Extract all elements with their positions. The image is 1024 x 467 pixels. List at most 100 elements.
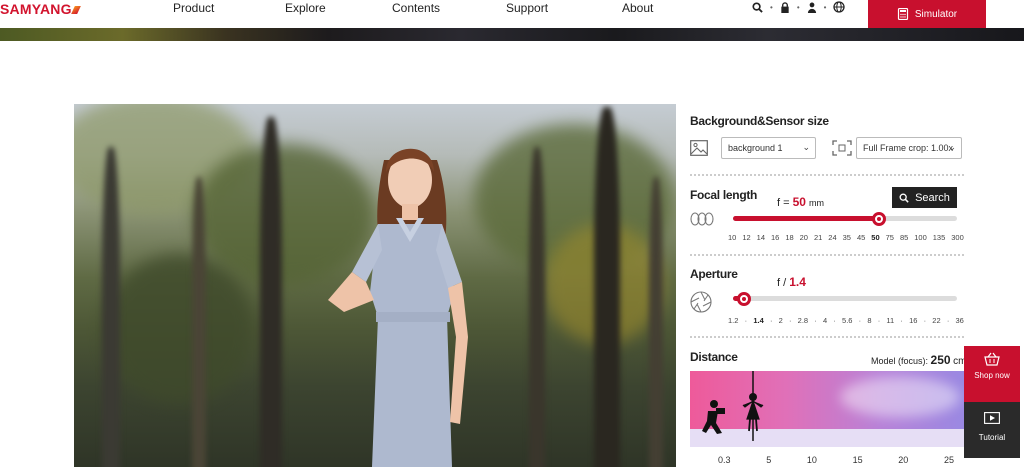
focal-length-tick[interactable]: 16: [771, 233, 779, 242]
globe-icon[interactable]: [833, 1, 846, 13]
search-icon[interactable]: [752, 1, 763, 13]
sensor-size-select[interactable]: Full Frame crop: 1.00x ⌄: [856, 137, 962, 159]
separator-dot: •: [823, 2, 827, 12]
aperture-tick[interactable]: 36: [956, 316, 964, 325]
search-icon: [899, 193, 909, 203]
aperture-slider-handle[interactable]: [737, 292, 752, 306]
header-icons: • • •: [752, 1, 846, 13]
tick-separator: ·: [744, 316, 748, 325]
focal-length-tick[interactable]: 45: [857, 233, 865, 242]
tick-separator: ·: [923, 316, 927, 325]
aperture-tick[interactable]: 2.8: [798, 316, 808, 325]
focal-length-tick[interactable]: 14: [757, 233, 765, 242]
distance-ground: [690, 429, 964, 447]
distance-tick[interactable]: 10: [807, 455, 817, 465]
tick-separator: ·: [877, 316, 881, 325]
distance-tick[interactable]: 5: [766, 455, 771, 465]
focal-length-tick[interactable]: 300: [951, 233, 964, 242]
focal-length-tick[interactable]: 18: [785, 233, 793, 242]
distance-ticks: 0.3 5 10 15 20 25: [718, 455, 954, 465]
focal-length-tick[interactable]: 35: [843, 233, 851, 242]
user-icon[interactable]: [807, 2, 817, 13]
separator-dot: •: [770, 2, 773, 12]
hero-banner-strip: [0, 28, 1024, 41]
basket-icon: [984, 352, 1000, 366]
background-select[interactable]: background 1 ⌄: [721, 137, 816, 159]
distance-tick[interactable]: 0.3: [718, 455, 731, 465]
focal-length-slider-handle[interactable]: [871, 212, 886, 226]
focal-length-tick[interactable]: 24: [828, 233, 836, 242]
tick-separator: ·: [833, 316, 836, 325]
focal-length-tick[interactable]: 12: [742, 233, 750, 242]
aperture-value: f / 1.4: [777, 275, 806, 289]
lens-icon: [690, 212, 714, 226]
aperture-tick[interactable]: 22: [932, 316, 940, 325]
simulator-button[interactable]: Simulator: [868, 0, 986, 28]
focal-length-tick[interactable]: 10: [728, 233, 736, 242]
section-divider: [690, 174, 964, 176]
aperture-tick[interactable]: 11: [886, 316, 894, 325]
focal-length-value: f = 50 mm: [777, 195, 825, 209]
tick-separator: ·: [769, 316, 773, 325]
aperture-track[interactable]: [733, 296, 957, 301]
distance-title: Distance: [690, 350, 738, 364]
focal-length-fill: [733, 216, 879, 221]
model-focus-readout: Model (focus): 250 cm: [871, 353, 967, 367]
nav-support[interactable]: Support: [506, 1, 548, 15]
aperture-ticks: 1.2 · 1.4 · 2 · 2.8 · 4 · 5.6 · 8 · 11 · 16 · 22 · 36: [728, 316, 964, 325]
chevron-down-icon: ⌄: [948, 142, 956, 152]
lock-icon[interactable]: [780, 1, 790, 13]
aperture-tick[interactable]: 2: [779, 316, 783, 325]
focal-length-tick[interactable]: 135: [933, 233, 946, 242]
lens-search-button[interactable]: Search: [892, 187, 957, 208]
simulation-preview-image: [74, 104, 676, 467]
sensor-frame-icon: [832, 140, 852, 156]
distance-tick[interactable]: 20: [898, 455, 908, 465]
calculator-icon: [897, 8, 908, 20]
focal-length-title: Focal length: [690, 188, 758, 202]
nav-about[interactable]: About: [622, 1, 653, 15]
focal-length-tick[interactable]: 21: [814, 233, 822, 242]
shop-now-button[interactable]: Shop now: [964, 346, 1020, 402]
aperture-icon: [690, 291, 712, 313]
tick-separator: ·: [858, 316, 862, 325]
site-header: SAMYANG Product Explore Contents Support…: [0, 0, 1024, 28]
focal-length-tick[interactable]: 85: [900, 233, 908, 242]
samyang-logo[interactable]: SAMYANG: [0, 1, 81, 17]
focal-length-ticks: 10 12 14 16 18 20 21 24 35 45 50 75 85 100 135 300: [728, 233, 964, 242]
focal-length-tick[interactable]: 75: [886, 233, 894, 242]
aperture-tick[interactable]: 8: [867, 316, 871, 325]
chevron-down-icon: ⌄: [802, 142, 810, 152]
nav-contents[interactable]: Contents: [392, 1, 440, 15]
separator-dot: •: [796, 2, 800, 12]
photographer-icon: [702, 400, 725, 434]
distance-scene[interactable]: [690, 371, 964, 447]
aperture-tick[interactable]: 4: [823, 316, 827, 325]
aperture-tick[interactable]: 1.2: [728, 316, 738, 325]
section-divider: [690, 336, 964, 338]
tick-separator: ·: [900, 316, 903, 325]
simulator-control-panel: Background&Sensor size background 1 ⌄ Fu…: [676, 104, 977, 467]
image-icon: [690, 140, 708, 156]
model-figure: [328, 148, 468, 467]
model-marker-icon[interactable]: [740, 371, 766, 441]
aperture-tick[interactable]: 16: [909, 316, 917, 325]
aperture-title: Aperture: [690, 267, 738, 281]
aperture-tick[interactable]: 1.4: [753, 316, 763, 325]
focal-length-tick[interactable]: 50: [871, 233, 879, 242]
tick-separator: ·: [788, 316, 792, 325]
distance-tick[interactable]: 15: [853, 455, 863, 465]
section-divider: [690, 254, 964, 256]
logo-slash-mark: [70, 6, 81, 14]
tick-separator: ·: [814, 316, 817, 325]
tutorial-button[interactable]: Tutorial: [964, 402, 1020, 458]
focal-length-tick[interactable]: 100: [914, 233, 927, 242]
aperture-tick[interactable]: 5.6: [842, 316, 852, 325]
nav-product[interactable]: Product: [173, 1, 214, 15]
tick-separator: ·: [946, 316, 950, 325]
play-video-icon: [984, 412, 1000, 424]
background-sensor-title: Background&Sensor size: [690, 114, 829, 128]
focal-length-tick[interactable]: 20: [800, 233, 808, 242]
nav-explore[interactable]: Explore: [285, 1, 326, 15]
distance-tick[interactable]: 25: [944, 455, 954, 465]
